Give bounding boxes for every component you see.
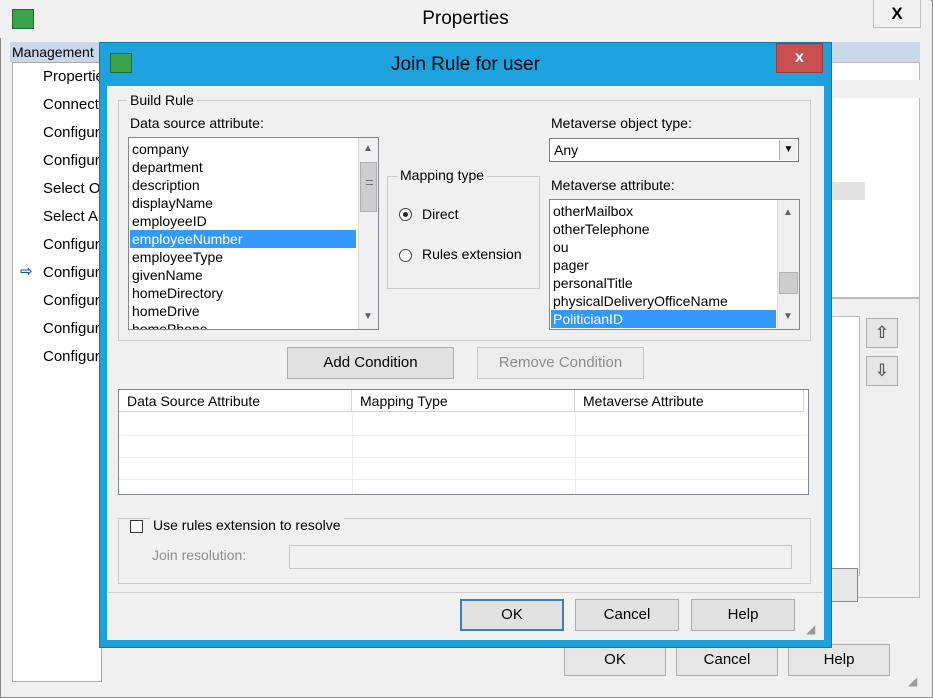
dialog-title: Join Rule for user bbox=[391, 54, 540, 75]
cancel-button[interactable]: Cancel bbox=[575, 599, 679, 631]
move-up-icon[interactable]: ⇧ bbox=[866, 318, 898, 348]
build-rule-label: Build Rule bbox=[127, 92, 197, 108]
column-header-metaverse-attribute[interactable]: Metaverse Attribute bbox=[575, 390, 804, 412]
metaverse-object-type-value: Any bbox=[554, 142, 579, 158]
metaverse-attribute-item[interactable]: PoliticianID bbox=[551, 310, 776, 328]
help-button[interactable]: Help bbox=[691, 599, 795, 631]
metaverse-attribute-item[interactable]: personalTitle bbox=[553, 274, 633, 292]
mapping-type-group bbox=[387, 176, 540, 289]
grid-row-selected bbox=[830, 182, 865, 200]
parent-ok-button[interactable]: OK bbox=[564, 644, 666, 676]
column-header-mapping-type[interactable]: Mapping Type bbox=[352, 390, 575, 412]
data-source-scrollbar[interactable]: ▲ ▼ bbox=[358, 138, 378, 329]
current-step-arrow-icon: ⇨ bbox=[20, 263, 33, 280]
scroll-up-icon[interactable]: ▲ bbox=[359, 140, 377, 158]
data-source-listbox[interactable]: company department description displayName e… bbox=[128, 137, 379, 330]
data-source-item[interactable]: company bbox=[132, 140, 189, 158]
data-source-item[interactable]: homeDirectory bbox=[132, 284, 223, 302]
metaverse-attribute-item[interactable]: otherTelephone bbox=[553, 220, 650, 238]
metaverse-attribute-item[interactable]: ou bbox=[553, 238, 569, 256]
scroll-up-icon[interactable]: ▲ bbox=[779, 204, 797, 222]
scroll-thumb[interactable] bbox=[779, 272, 798, 294]
metaverse-attribute-item[interactable]: pager bbox=[553, 256, 589, 274]
direct-radio[interactable] bbox=[399, 208, 412, 221]
rules-extension-radio[interactable] bbox=[399, 249, 412, 262]
data-source-item[interactable]: department bbox=[132, 158, 203, 176]
join-resolution-field[interactable] bbox=[289, 545, 792, 569]
metaverse-object-type-label: Metaverse object type: bbox=[551, 115, 692, 131]
data-source-item[interactable]: homePhone bbox=[132, 320, 208, 329]
direct-radio-label[interactable]: Direct bbox=[422, 206, 459, 222]
scroll-down-icon[interactable]: ▼ bbox=[359, 308, 377, 326]
data-source-item[interactable]: employeeNumber bbox=[130, 230, 356, 248]
data-source-item[interactable]: homeDrive bbox=[132, 302, 200, 320]
scroll-thumb[interactable] bbox=[360, 162, 377, 212]
data-source-item[interactable]: employeeType bbox=[132, 248, 223, 266]
data-source-item[interactable]: displayName bbox=[132, 194, 213, 212]
metaverse-attribute-item[interactable]: physicalDeliveryOfficeName bbox=[553, 292, 728, 310]
rules-extension-radio-label[interactable]: Rules extension bbox=[422, 246, 522, 262]
grid-row bbox=[830, 80, 920, 98]
metaverse-object-type-combo[interactable]: Any ▼ bbox=[549, 138, 799, 162]
metaverse-attribute-label: Metaverse attribute: bbox=[551, 177, 675, 193]
parent-help-button[interactable]: Help bbox=[788, 644, 890, 676]
remove-condition-button[interactable]: Remove Condition bbox=[477, 347, 644, 379]
chevron-down-icon[interactable]: ▼ bbox=[779, 140, 797, 160]
data-source-label: Data source attribute: bbox=[130, 115, 264, 131]
mapping-type-label: Mapping type bbox=[397, 167, 488, 183]
data-source-item[interactable]: description bbox=[132, 176, 200, 194]
management-tab[interactable]: Management bbox=[10, 42, 110, 62]
metaverse-scrollbar[interactable]: ▲ ▼ bbox=[777, 200, 799, 329]
metaverse-attribute-item[interactable]: otherMailbox bbox=[553, 202, 633, 220]
data-source-item[interactable]: givenName bbox=[132, 266, 203, 284]
use-rules-extension-checkbox[interactable] bbox=[130, 520, 143, 533]
parent-cancel-button[interactable]: Cancel bbox=[676, 644, 778, 676]
ok-button[interactable]: OK bbox=[460, 599, 564, 631]
divider bbox=[108, 592, 823, 593]
add-condition-button[interactable]: Add Condition bbox=[287, 347, 454, 379]
resize-grip-icon[interactable]: ◢ bbox=[908, 674, 928, 694]
dialog-close-icon[interactable]: x bbox=[776, 43, 823, 73]
properties-title: Properties bbox=[422, 8, 509, 29]
close-icon[interactable]: X bbox=[873, 0, 921, 28]
join-resolution-label: Join resolution: bbox=[152, 547, 247, 563]
conditions-table[interactable]: Data Source Attribute Mapping Type Metav… bbox=[118, 389, 809, 495]
scroll-down-icon[interactable]: ▼ bbox=[779, 308, 797, 326]
column-header-data-source[interactable]: Data Source Attribute bbox=[119, 390, 352, 412]
use-rules-extension-label[interactable]: Use rules extension to resolve bbox=[150, 517, 344, 533]
data-source-item[interactable]: employeeID bbox=[132, 212, 207, 230]
resize-grip-icon[interactable]: ◢ bbox=[806, 622, 815, 636]
move-down-icon[interactable]: ⇩ bbox=[866, 356, 898, 386]
metaverse-attribute-listbox[interactable]: otherMailbox otherTelephone ou pager persona… bbox=[549, 199, 800, 330]
